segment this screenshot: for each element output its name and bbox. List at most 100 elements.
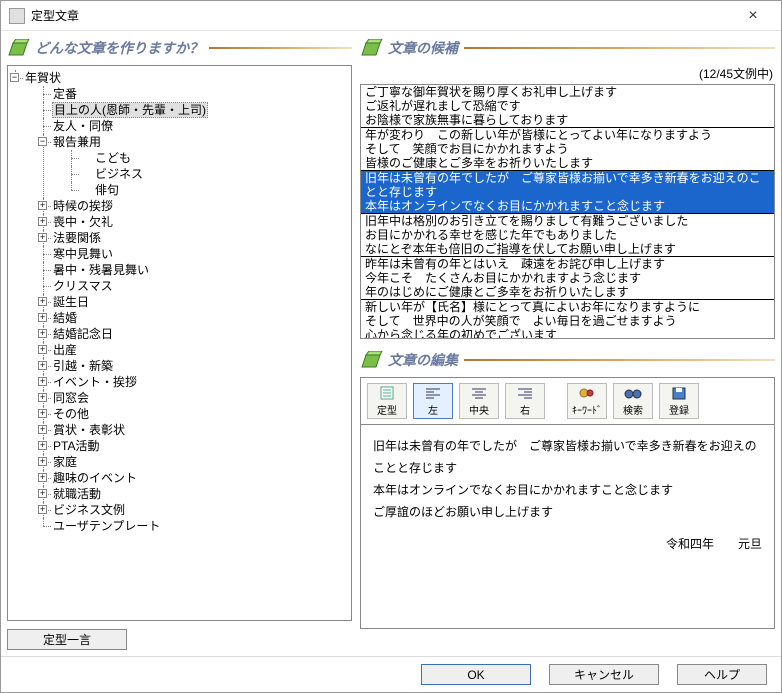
help-button[interactable]: ヘルプ [677, 664, 767, 685]
tree-node[interactable]: イベント・挨拶 [52, 375, 138, 389]
toolbar-search-button[interactable]: 検索 [613, 383, 653, 419]
tree-node[interactable]: その他 [52, 407, 90, 421]
tree-node[interactable]: PTA活動 [52, 439, 100, 453]
cancel-button[interactable]: キャンセル [549, 664, 659, 685]
tree-node[interactable]: 同窓会 [52, 391, 90, 405]
toolbar-left-button[interactable]: 左 [413, 383, 453, 419]
tree-node[interactable]: 目上の人(恩師・先輩・上司) [52, 102, 208, 118]
candidate-line[interactable]: 今年こそ たくさんお目にかかれますよう念じます [361, 271, 774, 285]
candidate-line[interactable]: 新しい年が【氏名】様にとって真によいお年になりますように [361, 300, 774, 314]
candidate-line[interactable]: 皆様のご健康とご多幸をお祈りいたします [361, 156, 774, 170]
toolbar-register-button[interactable]: 登録 [659, 383, 699, 419]
toolbar-center-button[interactable]: 中央 [459, 383, 499, 419]
tree-node[interactable]: 報告兼用 [52, 135, 102, 149]
toolbar-keyword-button[interactable]: ｷｰﾜｰﾄﾞ [567, 383, 607, 419]
close-button[interactable]: × [733, 7, 773, 25]
left-pane: どんな文章を作りますか？ −年賀状定番目上の人(恩師・先輩・上司)友人・同僚−報… [7, 37, 352, 650]
tree-toggle[interactable]: + [38, 489, 47, 498]
candidate-line[interactable]: 旧年は未曾有の年でしたが ご尊家皆様お揃いで幸多き新春をお迎えのことと存じます [361, 171, 774, 199]
tree-node[interactable]: こども [94, 151, 132, 165]
candidate-line[interactable]: ご丁寧な御年賀状を賜り厚くお礼申し上げます [361, 85, 774, 99]
left-section-title: どんな文章を作りますか？ [35, 38, 203, 58]
tree-node[interactable]: ユーザテンプレート [52, 519, 161, 533]
pencil-icon [7, 39, 31, 57]
tree-node[interactable]: 引越・新築 [52, 359, 114, 373]
tree-node[interactable]: クリスマス [52, 279, 114, 293]
tree-node[interactable]: 友人・同僚 [52, 119, 114, 133]
toolbar-label: 左 [428, 402, 438, 417]
tree-node[interactable]: 寒中見舞い [52, 247, 114, 261]
candidate-list[interactable]: ご丁寧な御年賀状を賜り厚くお礼申し上げますご返礼が遅れまして恐縮ですお陰様で家族… [360, 84, 775, 339]
tree-node[interactable]: 誕生日 [52, 295, 90, 309]
tree-node[interactable]: 俳句 [94, 183, 120, 197]
tree-toggle[interactable]: + [38, 505, 47, 514]
tree-toggle[interactable]: + [38, 201, 47, 210]
edit-header: 文章の編集 [360, 349, 775, 371]
tree-node[interactable]: 暑中・残暑見舞い [52, 263, 150, 277]
tree-node[interactable]: 賞状・表彰状 [52, 423, 126, 437]
tree-toggle[interactable]: + [38, 329, 47, 338]
tree-node[interactable]: ビジネス [94, 167, 144, 181]
tree-node[interactable]: 出産 [52, 343, 78, 357]
app-icon [9, 8, 25, 24]
tree-node[interactable]: 趣味のイベント [52, 471, 138, 485]
tree-toggle[interactable]: + [38, 393, 47, 402]
candidate-line[interactable]: そして 世界中の人が笑顔で よい毎日を過ごせますよう [361, 314, 774, 328]
candidate-line[interactable]: 昨年は未曾有の年とはいえ 疎遠をお詫び申し上げます [361, 257, 774, 271]
tree-node[interactable]: 結婚 [52, 311, 78, 325]
tree-node[interactable]: 結婚記念日 [52, 327, 114, 341]
tree-toggle[interactable]: + [38, 377, 47, 386]
tree-toggle[interactable]: + [38, 297, 47, 306]
ok-button[interactable]: OK [421, 664, 531, 685]
tree-toggle[interactable]: + [38, 345, 47, 354]
tree-toggle[interactable]: + [38, 313, 47, 322]
candidate-line[interactable]: お陰様で家族無事に暮らしております [361, 113, 774, 127]
editor-textarea[interactable]: 旧年は未曾有の年でしたが ご尊家皆様お揃いで幸多き新春をお迎えのことと存じます本… [360, 424, 775, 629]
tree-toggle[interactable]: − [38, 137, 47, 146]
toolbar-teikei-button[interactable]: 定型 [367, 383, 407, 419]
titlebar: 定型文章 × [1, 1, 781, 31]
tree-node[interactable]: 家庭 [52, 455, 78, 469]
tree-toggle[interactable]: + [38, 457, 47, 466]
candidate-line[interactable]: なにとぞ本年も倍旧のご指導を伏してお願い申し上げます [361, 242, 774, 256]
tree-node[interactable]: 就職活動 [52, 487, 102, 501]
template-phrases-button[interactable]: 定型一言 [7, 629, 127, 650]
tree-node[interactable]: ビジネス文例 [52, 503, 126, 517]
tree-node[interactable]: 時候の挨拶 [52, 199, 114, 213]
tree-toggle[interactable]: + [38, 409, 47, 418]
candidate-line[interactable]: 本年はオンラインでなくお目にかかれますこと念じます [361, 199, 774, 213]
candidate-line[interactable]: お目にかかれる幸せを感じた年でもありました [361, 228, 774, 242]
candidate-line[interactable]: ご返礼が遅れまして恐縮です [361, 99, 774, 113]
candidate-line[interactable]: 心から念じる年の初めでございます [361, 328, 774, 338]
candidate-line[interactable]: 年のはじめにご健康とご多幸をお祈りいたします [361, 285, 774, 299]
toolbar-label: 登録 [669, 402, 689, 417]
tree-toggle[interactable]: + [38, 441, 47, 450]
tree-toggle[interactable]: + [38, 473, 47, 482]
candidates-section-title: 文章の候補 [388, 38, 458, 58]
candidate-line[interactable]: 旧年中は格別のお引き立てを賜りまして有難うございました [361, 214, 774, 228]
tree-toggle[interactable]: + [38, 425, 47, 434]
tree-node[interactable]: 年賀状 [24, 71, 62, 85]
candidate-line[interactable]: そして 笑顔でお目にかかれますよう [361, 142, 774, 156]
tree-node[interactable]: 定番 [52, 87, 78, 101]
content-area: どんな文章を作りますか？ −年賀状定番目上の人(恩師・先輩・上司)友人・同僚−報… [1, 31, 781, 656]
right-pane: 文章の候補 (12/45文例中) ご丁寧な御年賀状を賜り厚くお礼申し上げますご返… [360, 37, 775, 650]
tree-toggle[interactable]: + [38, 233, 47, 242]
tree-toggle[interactable]: + [38, 361, 47, 370]
category-tree[interactable]: −年賀状定番目上の人(恩師・先輩・上司)友人・同僚−報告兼用こどもビジネス俳句+… [7, 65, 352, 621]
tree-node[interactable]: 法要関係 [52, 231, 102, 245]
tree-node[interactable]: 喪中・欠礼 [52, 215, 114, 229]
toolbar-right-button[interactable]: 右 [505, 383, 545, 419]
toolbar-label: 検索 [623, 402, 643, 417]
candidate-counter: (12/45文例中) [360, 65, 775, 84]
toolbar-label: ｷｰﾜｰﾄﾞ [572, 402, 602, 417]
align-right-icon [516, 386, 534, 400]
header-rule [464, 359, 775, 361]
edit-toolbar: 定型左 中央右 ｷｰﾜｰﾄﾞ 検索 登録 [360, 377, 775, 424]
pencil-icon [360, 351, 384, 369]
candidates-header: 文章の候補 [360, 37, 775, 59]
tree-toggle[interactable]: − [10, 73, 19, 82]
page-icon [378, 386, 396, 400]
candidate-line[interactable]: 年が変わり この新しい年が皆様にとってよい年になりますよう [361, 128, 774, 142]
tree-toggle[interactable]: + [38, 217, 47, 226]
